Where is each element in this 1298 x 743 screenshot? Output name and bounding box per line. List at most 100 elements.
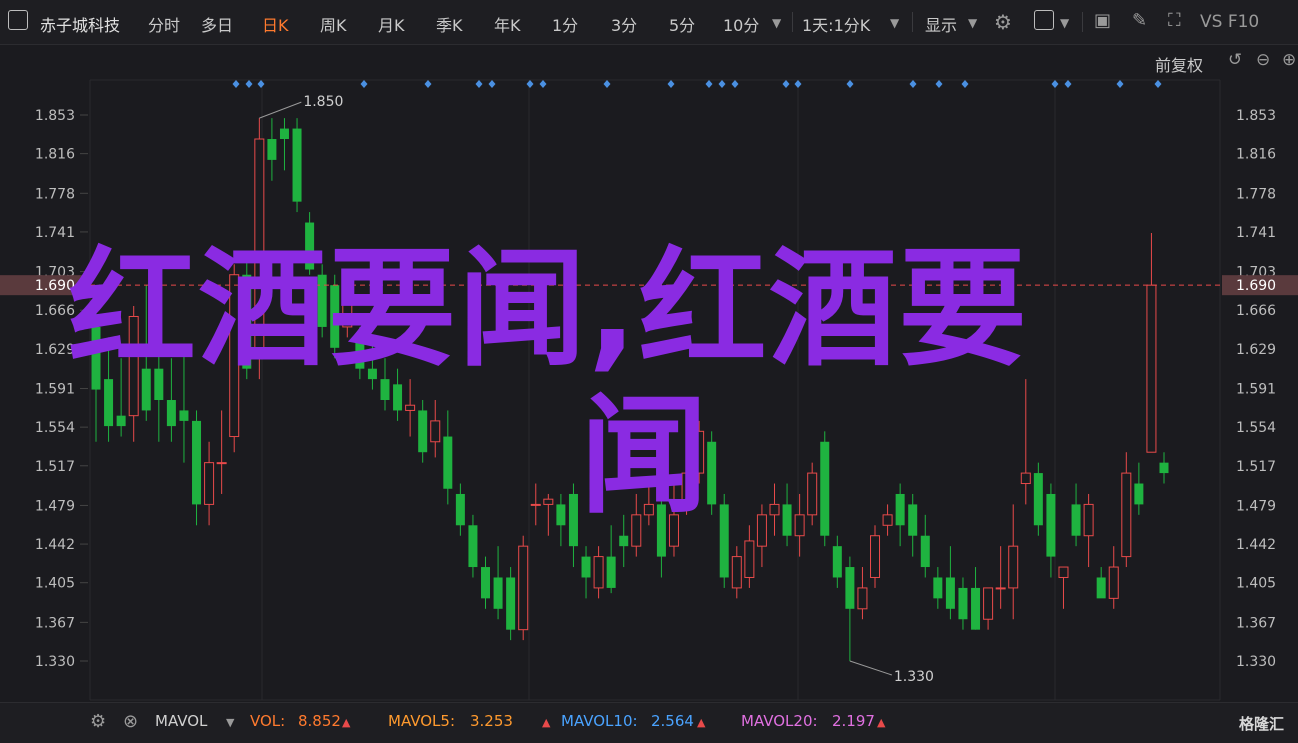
event-marker[interactable] xyxy=(794,80,802,88)
adjust-select[interactable]: 前复权 xyxy=(1155,52,1203,76)
tab-period-monthly[interactable]: 月K xyxy=(378,12,405,36)
event-marker[interactable] xyxy=(475,80,483,88)
chevron-down-icon[interactable]: ▼ xyxy=(226,716,234,729)
stock-name[interactable]: 赤子城科技 xyxy=(40,12,120,36)
candle[interactable] xyxy=(1033,462,1043,536)
candle[interactable] xyxy=(481,556,491,609)
candle[interactable] xyxy=(443,410,453,505)
tab-period-3min[interactable]: 3分 xyxy=(611,12,637,36)
candle[interactable] xyxy=(1046,483,1056,578)
event-marker[interactable] xyxy=(257,80,265,88)
candle[interactable] xyxy=(192,410,202,526)
event-marker[interactable] xyxy=(909,80,917,88)
event-marker[interactable] xyxy=(961,80,969,88)
candle[interactable] xyxy=(782,483,792,547)
candle[interactable] xyxy=(606,525,616,594)
candle[interactable] xyxy=(945,546,955,620)
candle[interactable] xyxy=(908,493,918,557)
tab-period-weekly[interactable]: 周K xyxy=(320,12,347,36)
candle[interactable] xyxy=(794,493,805,557)
candle[interactable] xyxy=(543,493,554,536)
candle[interactable] xyxy=(1008,504,1019,620)
event-marker[interactable] xyxy=(846,80,854,88)
candle[interactable] xyxy=(1083,493,1094,568)
candle[interactable] xyxy=(744,525,755,588)
event-marker[interactable] xyxy=(1116,80,1124,88)
candle[interactable] xyxy=(1134,462,1144,515)
camera-icon[interactable]: ▣ xyxy=(1094,10,1111,31)
candle[interactable] xyxy=(267,118,277,181)
tab-period-5min[interactable]: 5分 xyxy=(669,12,695,36)
vs-f10-button[interactable]: VS F10 xyxy=(1200,12,1259,32)
candle[interactable] xyxy=(769,483,780,536)
event-marker[interactable] xyxy=(539,80,547,88)
candle[interactable] xyxy=(995,546,1006,609)
candle[interactable] xyxy=(1146,232,1157,453)
candle[interactable] xyxy=(568,483,578,568)
candle[interactable] xyxy=(530,483,541,526)
candle[interactable] xyxy=(279,118,289,171)
close-icon[interactable]: ⊗ xyxy=(123,711,138,732)
pencil-icon[interactable]: ✎ xyxy=(1132,10,1147,31)
fullscreen-icon[interactable]: ⛶ xyxy=(1168,10,1181,31)
candle[interactable] xyxy=(418,400,428,463)
chevron-down-icon[interactable]: ▼ xyxy=(772,16,781,30)
zoom-out-icon[interactable]: ⊖ xyxy=(1256,50,1270,70)
candle[interactable] xyxy=(556,493,566,547)
event-marker[interactable] xyxy=(667,80,675,88)
candle[interactable] xyxy=(845,556,855,661)
chevron-down-icon[interactable]: ▼ xyxy=(890,16,899,30)
candle[interactable] xyxy=(971,567,981,630)
candle[interactable] xyxy=(807,462,818,526)
event-marker[interactable] xyxy=(1064,80,1072,88)
display-menu[interactable]: 显示 xyxy=(925,12,957,36)
reset-icon[interactable]: ↺ xyxy=(1228,50,1242,70)
candle[interactable] xyxy=(983,587,994,630)
candle[interactable] xyxy=(857,567,868,620)
event-marker[interactable] xyxy=(526,80,534,88)
candle[interactable] xyxy=(593,546,604,599)
event-marker[interactable] xyxy=(1154,80,1162,88)
tab-period-quarterly[interactable]: 季K xyxy=(436,12,463,36)
candle[interactable] xyxy=(1058,566,1069,609)
chevron-down-icon[interactable]: ▼ xyxy=(968,16,977,30)
candle[interactable] xyxy=(1096,567,1106,599)
candle[interactable] xyxy=(719,493,729,588)
tab-period-1min[interactable]: 1分 xyxy=(552,12,578,36)
candle[interactable] xyxy=(455,483,465,536)
candle[interactable] xyxy=(216,410,227,494)
event-marker[interactable] xyxy=(935,80,943,88)
event-marker[interactable] xyxy=(232,80,240,88)
sidebar-toggle-icon[interactable] xyxy=(8,10,28,30)
candle[interactable] xyxy=(204,441,215,526)
range-select[interactable]: 1天:1分K xyxy=(802,12,870,36)
candle[interactable] xyxy=(1108,546,1119,609)
candle[interactable] xyxy=(1159,452,1169,484)
chevron-down-icon[interactable]: ▼ xyxy=(1060,16,1069,30)
candle[interactable] xyxy=(1121,452,1132,568)
candle[interactable] xyxy=(882,504,893,536)
candle[interactable] xyxy=(518,535,529,641)
event-marker[interactable] xyxy=(1051,80,1059,88)
candle[interactable] xyxy=(920,514,930,578)
tab-period-10min[interactable]: 10分 xyxy=(723,12,759,36)
tab-period-multiday[interactable]: 多日 xyxy=(201,12,233,36)
candle[interactable] xyxy=(468,514,478,578)
candle[interactable] xyxy=(731,546,742,599)
tab-period-fenshi[interactable]: 分时 xyxy=(148,12,180,36)
candle[interactable] xyxy=(832,535,842,588)
event-marker[interactable] xyxy=(731,80,739,88)
candle[interactable] xyxy=(933,567,943,609)
event-marker[interactable] xyxy=(424,80,432,88)
indicator-select[interactable]: MAVOL xyxy=(155,712,207,730)
gear-icon[interactable]: ⚙ xyxy=(90,711,106,732)
event-marker[interactable] xyxy=(782,80,790,88)
gear-icon[interactable]: ⚙ xyxy=(994,10,1012,34)
tab-period-yearly[interactable]: 年K xyxy=(494,12,521,36)
event-marker[interactable] xyxy=(245,80,253,88)
event-marker[interactable] xyxy=(705,80,713,88)
square-icon[interactable] xyxy=(1034,10,1054,30)
candle[interactable] xyxy=(820,431,830,547)
event-marker[interactable] xyxy=(360,80,368,88)
candle[interactable] xyxy=(895,483,905,547)
